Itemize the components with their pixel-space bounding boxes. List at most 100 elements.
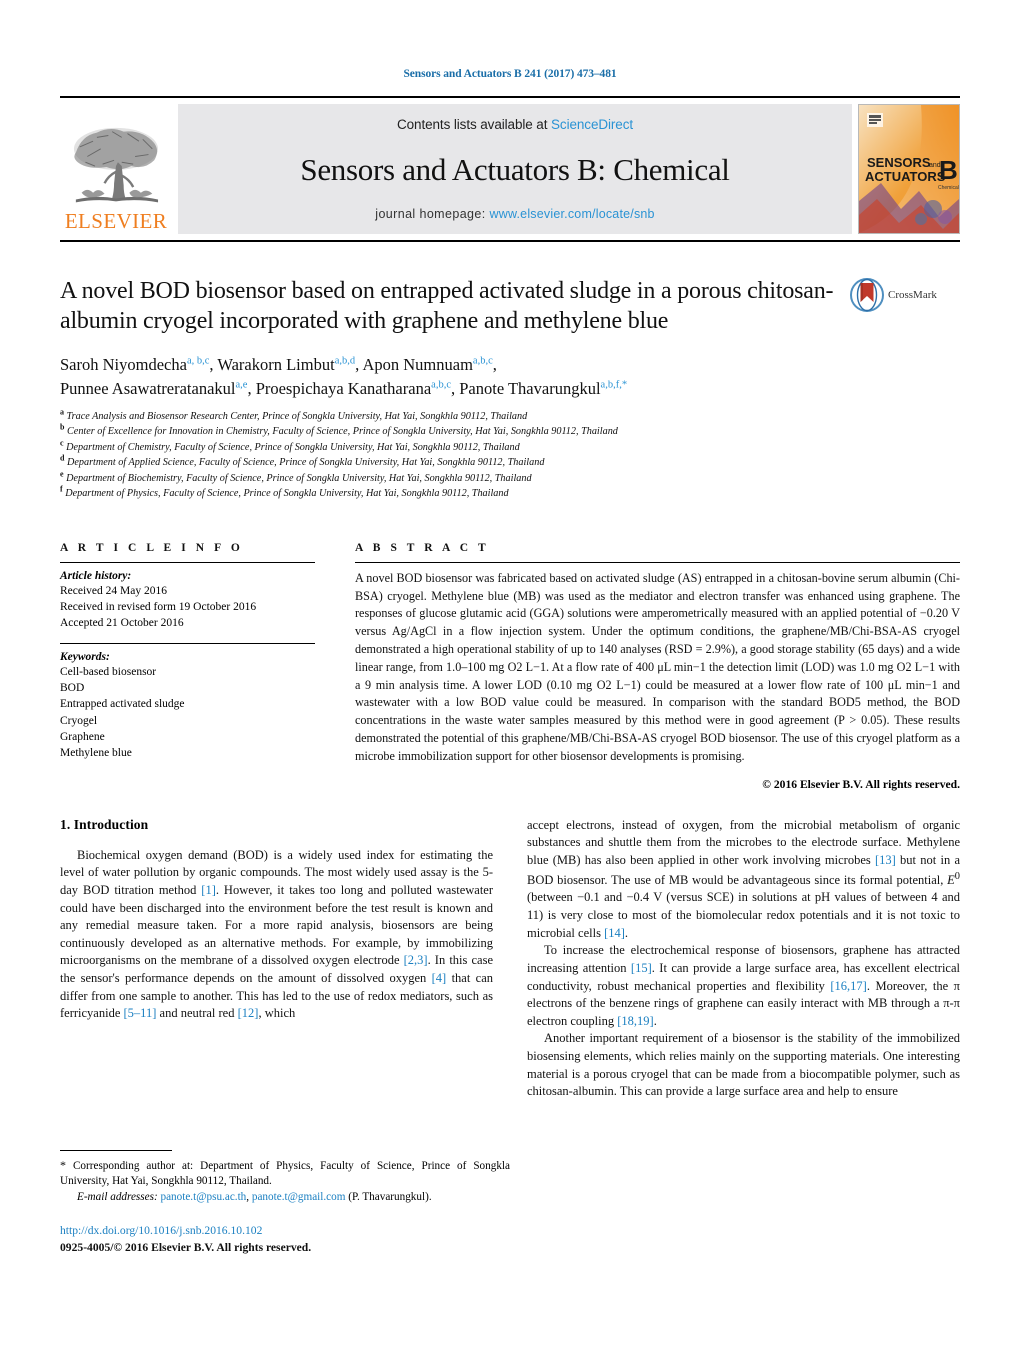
abstract-heading: A B S T R A C T [355, 541, 490, 554]
divider [355, 561, 960, 563]
info-abstract-row: A R T I C L E I N F O Article history: R… [60, 542, 960, 791]
homepage-prefix: journal homepage: [375, 207, 490, 221]
affiliation-item: c Department of Chemistry, Faculty of Sc… [60, 439, 960, 456]
article-history-label: Article history: [60, 569, 132, 582]
citation-ref[interactable]: [1] [201, 883, 216, 897]
article-info-column: A R T I C L E I N F O Article history: R… [60, 542, 315, 791]
affiliation-mark: d [60, 453, 65, 463]
author-affil-marks[interactable]: a,b,f, [601, 379, 622, 391]
author-line-2: Punnee Asawatreratanakula,e, Proespichay… [60, 378, 628, 398]
paragraph: To increase the electrochemical response… [527, 942, 960, 1030]
author-name: Punnee Asawatreratanakul [60, 378, 236, 398]
affiliation-text: Department of Chemistry, Faculty of Scie… [66, 441, 520, 453]
corresponding-author-text: Corresponding author at: Department of P… [60, 1160, 510, 1188]
cover-actuators-text: ACTUATORS [865, 169, 946, 184]
abstract-text: A novel BOD biosensor was fabricated bas… [355, 570, 960, 763]
email-note: E-mail addresses: panote.t@psu.ac.th, pa… [77, 1190, 432, 1203]
author-name: Warakorn Limbut [217, 354, 335, 374]
doi-block: http://dx.doi.org/10.1016/j.snb.2016.10.… [60, 1223, 510, 1257]
affiliation-mark: b [60, 422, 65, 432]
sciencedirect-link[interactable]: ScienceDirect [551, 117, 633, 132]
affiliation-text: Center of Excellence for Innovation in C… [67, 426, 618, 438]
abstract-column: A B S T R A C T A novel BOD biosensor wa… [355, 542, 960, 791]
author-affil-marks[interactable]: a, b,c [187, 355, 209, 367]
divider [60, 561, 315, 563]
affiliation-item: b Center of Excellence for Innovation in… [60, 422, 960, 440]
author-line-1: Saroh Niyomdechaa, b,c, Warakorn Limbuta… [60, 354, 497, 374]
paragraph-text-e: and neutral red [156, 1006, 238, 1021]
paragraph-text-f: , which [258, 1006, 296, 1021]
keywords-label: Keywords: [60, 650, 110, 663]
author-affil-marks[interactable]: a,b,d [335, 355, 355, 367]
paragraph-text-c: . [624, 925, 629, 940]
email-link-gmail[interactable]: panote.t@gmail.com [252, 1191, 346, 1203]
affiliation-item: d Department of Applied Science, Faculty… [60, 453, 960, 471]
citation-ref[interactable]: [15] [631, 961, 652, 975]
affiliation-list: a Trace Analysis and Biosensor Research … [60, 407, 960, 502]
journal-banner: ELSEVIER Contents lists available at Sci… [60, 96, 960, 242]
crossmark-label: CrossMark [888, 289, 937, 301]
author-name: Panote Thavarungkul [459, 378, 601, 398]
author-affil-marks[interactable]: a,b,c [473, 355, 493, 367]
affiliation-mark: f [60, 484, 63, 494]
paragraph-text-d: . [653, 1013, 657, 1028]
body-column-right: accept electrons, instead of oxygen, fro… [527, 817, 960, 1101]
affiliation-mark: e [60, 469, 64, 479]
journal-cover-art: SENSORS and ACTUATORS B Chemical [859, 105, 959, 233]
citation-ref[interactable]: [5–11] [124, 1006, 157, 1020]
contents-prefix: Contents lists available at [396, 117, 552, 132]
email-link-psu[interactable]: panote.t@psu.ac.th [160, 1191, 246, 1203]
elsevier-tree-icon [73, 127, 159, 203]
journal-title: Sensors and Actuators B: Chemical [300, 151, 730, 187]
corresponding-author-marker[interactable]: * [622, 379, 627, 391]
affiliation-item: e Department of Biochemistry, Faculty of… [60, 469, 960, 487]
citation-ref[interactable]: [12] [238, 1006, 259, 1020]
body-column-left: 1. Introduction Biochemical oxygen deman… [60, 817, 493, 1101]
history-revised: Received in revised form 19 October 2016 [60, 601, 257, 614]
citation-ref[interactable]: [4] [432, 971, 447, 985]
title-text-wrap: A novel BOD biosensor based on entrapped… [60, 276, 850, 337]
paper-page: Sensors and Actuators B 241 (2017) 473–4… [0, 0, 1020, 1351]
citation-ref[interactable]: [18,19] [617, 1014, 653, 1028]
email-label: E-mail addresses: [77, 1190, 158, 1203]
journal-cover-thumbnail: SENSORS and ACTUATORS B Chemical [858, 104, 960, 234]
citation-ref[interactable]: [14] [604, 926, 625, 940]
body-columns: 1. Introduction Biochemical oxygen deman… [60, 817, 960, 1101]
elsevier-wordmark: ELSEVIER [64, 209, 168, 233]
paragraph-continued: accept electrons, instead of oxygen, fro… [527, 817, 960, 943]
citation-ref[interactable]: [16,17] [830, 979, 866, 993]
crossmark-badge[interactable]: CrossMark [850, 276, 960, 312]
author-affil-marks[interactable]: a,e [235, 379, 247, 391]
affiliation-text: Department of Physics, Faculty of Scienc… [65, 488, 509, 500]
cover-letter-b: B [939, 155, 958, 185]
keyword-item: Cell-based biosensor [60, 665, 157, 678]
author-list: Saroh Niyomdechaa, b,c, Warakorn Limbuta… [60, 353, 960, 401]
section-heading-introduction: 1. Introduction [60, 816, 149, 832]
copyright-line: © 2016 Elsevier B.V. All rights reserved… [762, 777, 960, 791]
keyword-item: BOD [60, 682, 85, 695]
doi-link[interactable]: http://dx.doi.org/10.1016/j.snb.2016.10.… [60, 1223, 510, 1240]
paragraph: Another important requirement of a biose… [527, 1031, 960, 1099]
contents-available-line: Contents lists available at ScienceDirec… [397, 117, 633, 132]
divider [60, 642, 315, 644]
cover-chemical-text: Chemical [938, 185, 959, 191]
author-name: Apon Numnuam [362, 354, 473, 374]
paragraph: Biochemical oxygen demand (BOD) is a wid… [60, 847, 493, 1023]
affiliation-mark: a [60, 407, 64, 417]
citation-ref[interactable]: [2,3] [404, 953, 428, 967]
citation-ref[interactable]: [13] [875, 853, 896, 867]
elsevier-logo: ELSEVIER [60, 104, 172, 234]
affiliation-item: a Trace Analysis and Biosensor Research … [60, 407, 960, 425]
footnote-divider [60, 1150, 172, 1151]
keyword-item: Entrapped activated sludge [60, 698, 185, 711]
email-attribution: (P. Thavarungkul). [348, 1190, 432, 1203]
keyword-item: Cryogel [60, 714, 98, 727]
journal-homepage-link[interactable]: www.elsevier.com/locate/snb [490, 207, 655, 221]
running-head: Sensors and Actuators B 241 (2017) 473–4… [403, 68, 617, 80]
cover-sensors-text: SENSORS [867, 155, 931, 170]
title-area: A novel BOD biosensor based on entrapped… [60, 276, 960, 337]
author-affil-marks[interactable]: a,b,c [431, 379, 451, 391]
banner-center: Contents lists available at ScienceDirec… [178, 104, 852, 234]
page-title: A novel BOD biosensor based on entrapped… [60, 278, 834, 335]
issn-copyright-line: 0925-4005/© 2016 Elsevier B.V. All right… [60, 1241, 312, 1255]
